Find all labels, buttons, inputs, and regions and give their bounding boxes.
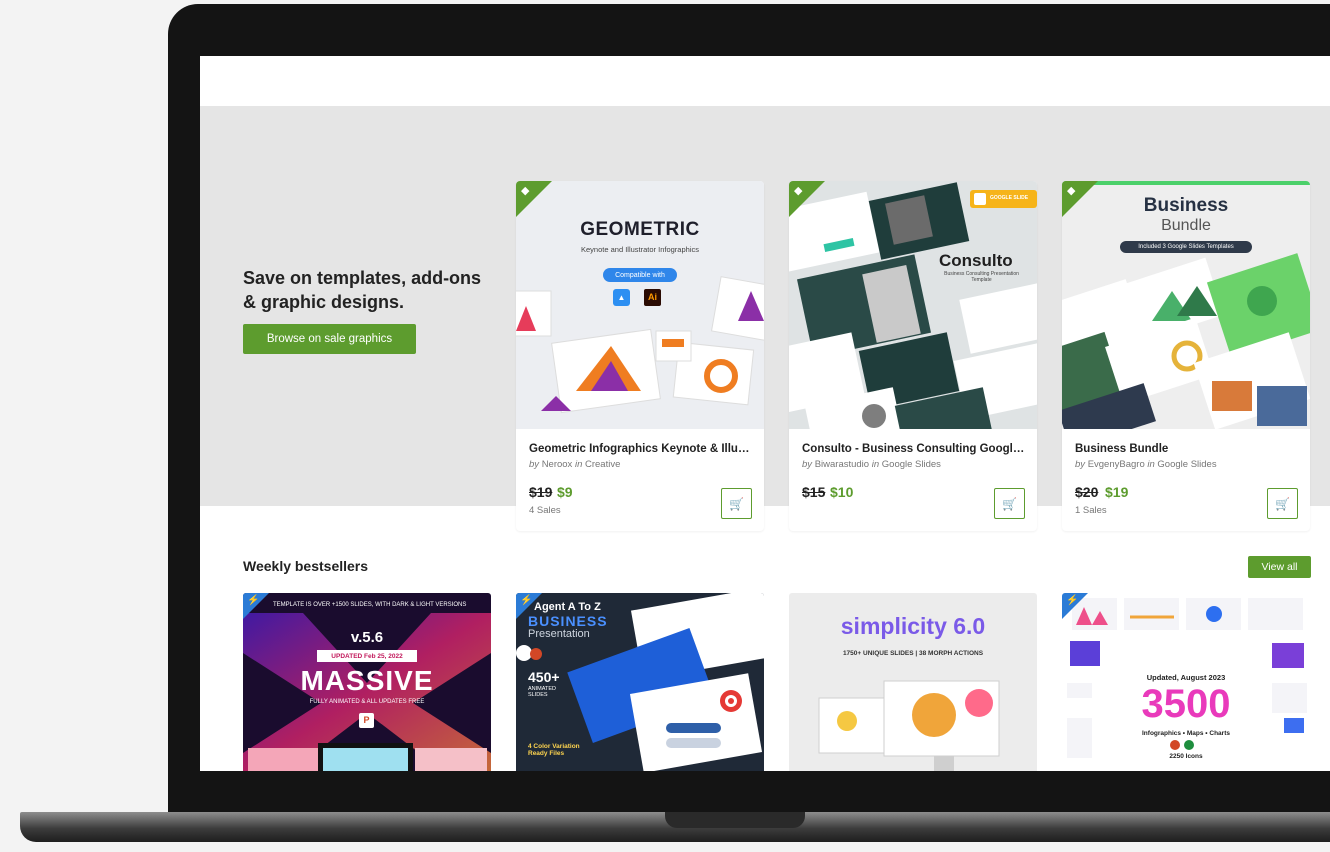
- product-card[interactable]: GEOMETRIC Keynote and Illustrator Infogr…: [516, 181, 764, 531]
- sales-count: 4 Sales: [529, 505, 561, 516]
- lightning-icon: ⚡: [520, 595, 533, 606]
- add-to-cart-button[interactable]: 🛒: [1267, 488, 1298, 519]
- updated-text: Updated, August 2023: [1146, 673, 1226, 682]
- add-to-cart-button[interactable]: 🛒: [994, 488, 1025, 519]
- banner-text: TEMPLATE IS OVER +1500 SLIDES, WITH DARK…: [273, 602, 467, 608]
- author-link[interactable]: Biwarastudio: [815, 459, 869, 470]
- google-slides-badge: GOOGLE SLIDE: [970, 190, 1037, 208]
- bestseller-thumbnail[interactable]: Updated, August 2023 3500 Infographics •…: [1062, 593, 1310, 771]
- bestseller-thumbnail[interactable]: TEMPLATE IS OVER +1500 SLIDES, WITH DARK…: [243, 593, 491, 771]
- product-byline: by EvgenyBagro in Google Slides: [1075, 459, 1217, 470]
- bestseller-thumbnail[interactable]: simplicity 6.0 1750+ UNIQUE SLIDES | 38 …: [789, 593, 1037, 771]
- slide-count: 450+: [528, 669, 560, 685]
- tag-icon: ◆: [794, 185, 803, 197]
- section-title: Weekly bestsellers: [243, 558, 369, 574]
- product-thumbnail[interactable]: Business Bundle Included 3 Google Slides…: [1062, 181, 1310, 429]
- laptop-notch: [665, 812, 805, 828]
- category-link[interactable]: Google Slides: [882, 459, 941, 470]
- category-link[interactable]: Google Slides: [1157, 459, 1216, 470]
- google-slides-icon: [974, 193, 986, 205]
- product-thumbnail[interactable]: GEOMETRIC Keynote and Illustrator Infogr…: [516, 181, 764, 429]
- sale-section: Save on templates, add-ons & graphic des…: [200, 106, 1330, 531]
- view-all-button[interactable]: View all: [1248, 556, 1311, 578]
- office-icons: [1170, 740, 1202, 750]
- infographic-slides-art: [516, 276, 764, 414]
- slide-count-label: ANIMATED SLIDES: [528, 686, 557, 698]
- old-price: $20: [1075, 484, 1099, 500]
- sale-price: $10: [830, 484, 854, 500]
- laptop-screen: Save on templates, add-ons & graphic des…: [200, 56, 1330, 771]
- product-title[interactable]: Business Bundle: [1075, 443, 1300, 455]
- product-card[interactable]: Business Bundle Included 3 Google Slides…: [1062, 181, 1310, 531]
- consulting-slides-art: [789, 182, 1037, 429]
- sale-price: $19: [1105, 484, 1129, 500]
- powerpoint-icon: [1170, 740, 1180, 750]
- lightning-icon: ⚡: [1066, 595, 1079, 606]
- thumb-footer: 4 Color Variation Ready Files: [528, 743, 580, 757]
- product-thumbnail[interactable]: GOOGLE SLIDE Consulto Business Consultin…: [789, 181, 1037, 429]
- monitor-art: [818, 680, 1000, 771]
- cart-icon: 🛒: [1002, 496, 1017, 511]
- thumb-heading: Consulto: [939, 251, 1013, 270]
- cart-icon: 🛒: [729, 496, 744, 511]
- thumb-line-3: Presentation: [528, 628, 590, 640]
- product-title[interactable]: Consulto - Business Consulting Google ..…: [802, 443, 1027, 455]
- badge-label: GOOGLE SLIDE: [990, 195, 1029, 201]
- excel-icon: [1184, 740, 1194, 750]
- thumb-subheading: FULLY ANIMATED & ALL UPDATES FREE: [309, 699, 425, 705]
- updated-badge: UPDATED Feb 25, 2022: [317, 650, 417, 662]
- product-title[interactable]: Geometric Infographics Keynote & Illust.…: [529, 443, 754, 455]
- thumb-subheading: Business Consulting Presentation Templat…: [944, 271, 1019, 283]
- thumb-heading: MASSIVE: [300, 665, 434, 696]
- product-card[interactable]: GOOGLE SLIDE Consulto Business Consultin…: [789, 181, 1037, 531]
- icons-count: 2250 Icons: [1169, 753, 1203, 760]
- thumb-line-1: Agent A To Z: [534, 601, 601, 613]
- old-price: $19: [529, 484, 553, 500]
- category-link[interactable]: Creative: [585, 459, 620, 470]
- old-price: $15: [802, 484, 826, 500]
- author-link[interactable]: Neroox: [542, 459, 573, 470]
- thumb-heading: 3500: [1141, 682, 1231, 726]
- bestseller-thumbnail[interactable]: Agent A To Z BUSINESS Presentation 450+ …: [516, 593, 764, 771]
- powerpoint-icon: P: [359, 713, 374, 728]
- add-to-cart-button[interactable]: 🛒: [721, 488, 752, 519]
- version-text: v.5.6: [350, 629, 384, 646]
- sales-count: 1 Sales: [1075, 505, 1107, 516]
- thumb-subheading: Infographics • Maps • Charts: [1142, 730, 1230, 737]
- powerpoint-icon: [530, 648, 542, 660]
- bundle-slides-art: [1062, 253, 1310, 429]
- cart-icon: 🛒: [1275, 496, 1290, 511]
- sale-price: $9: [557, 484, 573, 500]
- top-bar: [200, 56, 1330, 106]
- browse-on-sale-button[interactable]: Browse on sale graphics: [243, 324, 416, 354]
- tag-icon: ◆: [521, 185, 530, 197]
- lightning-icon: ⚡: [247, 595, 260, 606]
- promo-title: Save on templates, add-ons & graphic des…: [243, 268, 482, 312]
- product-byline: by Biwarastudio in Google Slides: [802, 459, 941, 470]
- tag-icon: ◆: [1067, 185, 1076, 197]
- author-link[interactable]: EvgenyBagro: [1088, 459, 1145, 470]
- product-byline: by Neroox in Creative: [529, 459, 621, 470]
